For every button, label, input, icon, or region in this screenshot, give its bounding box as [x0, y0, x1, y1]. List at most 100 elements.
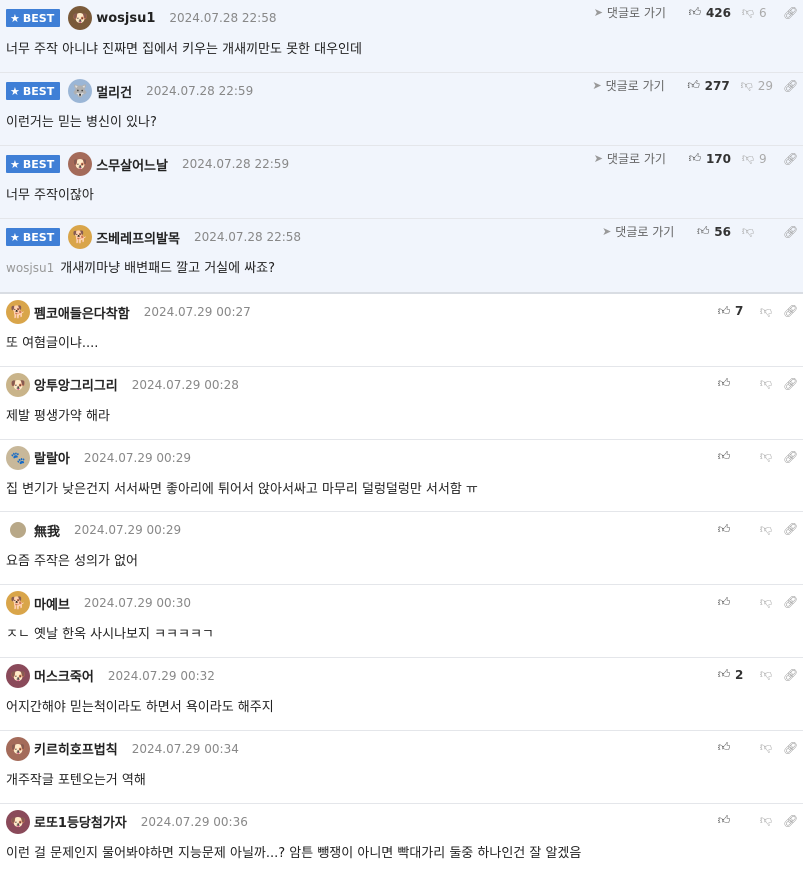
- comment-list: ★ BEST 🐶 wosjsu1 2024.07.28 22:58 ➤ 댓글로 가기…: [0, 0, 803, 870]
- link-icon[interactable]: 🔗︎: [783, 668, 798, 682]
- goto-comment-link[interactable]: ➤ 댓글로 가기: [592, 77, 664, 94]
- dislike-button[interactable]: 👎︎: [759, 449, 773, 464]
- avatar[interactable]: 🐶: [6, 736, 30, 761]
- nickname[interactable]: 마예브: [34, 594, 70, 613]
- like-button[interactable]: 👍︎: [717, 522, 749, 536]
- comment-header: 🐾 랄랄아 2024.07.29 00:29: [6, 445, 191, 470]
- avatar[interactable]: 🐕: [68, 225, 93, 249]
- thumbs-down-icon: 👎︎: [759, 667, 773, 682]
- nickname[interactable]: 앙투앙그리그리: [34, 375, 118, 394]
- comment-header: ★ BEST 🐕 즈베레프의발목 2024.07.28 22:58: [6, 225, 301, 249]
- link-icon[interactable]: 🔗︎: [783, 450, 798, 464]
- avatar[interactable]: 🐶: [6, 372, 30, 397]
- dislike-button[interactable]: 👎︎: [759, 813, 773, 828]
- thumbs-up-icon: 👍︎: [697, 224, 710, 238]
- like-button[interactable]: 👍︎: [717, 449, 749, 464]
- link-icon[interactable]: 🔗︎: [783, 152, 798, 166]
- like-button[interactable]: 👍︎ 170: [688, 151, 731, 166]
- comment: 🐕 펨코애들은다착함 2024.07.29 00:27 👍︎ 7 👎︎ 🔗︎ 또 …: [0, 294, 803, 367]
- nickname[interactable]: 머스크죽어: [34, 666, 94, 685]
- dislike-button[interactable]: 👎︎: [759, 376, 773, 391]
- comment-text: 너무 주작 아니냐 진짜면 집에서 키우는 개새끼만도 못한 대우인데: [6, 42, 362, 57]
- dislike-button[interactable]: 👎︎: [759, 304, 773, 318]
- like-button[interactable]: 👍︎ 426: [688, 5, 731, 20]
- nickname[interactable]: 랄랄아: [34, 448, 70, 467]
- comment-header: ★ BEST 🐶 스무살어느날 2024.07.28 22:59: [6, 152, 289, 176]
- thumbs-down-icon: 👎︎: [740, 78, 753, 92]
- dislike-button[interactable]: 👎︎: [759, 667, 773, 682]
- dislike-button[interactable]: 👎︎ 6: [741, 5, 773, 20]
- avatar[interactable]: 🐾: [6, 445, 30, 470]
- comment-date: 2024.07.28 22:58: [193, 230, 302, 244]
- like-button[interactable]: 👍︎: [717, 595, 749, 609]
- like-button[interactable]: 👍︎: [717, 813, 749, 828]
- nickname[interactable]: 스무살어느날: [96, 155, 168, 174]
- goto-comment-link[interactable]: ➤ 댓글로 가기: [594, 150, 666, 167]
- nickname[interactable]: 펨코애들은다착함: [34, 303, 130, 322]
- nickname[interactable]: wosjsu1: [96, 11, 155, 26]
- paper-plane-icon: ➤: [592, 79, 602, 92]
- link-icon[interactable]: 🔗︎: [783, 225, 798, 239]
- like-button[interactable]: 👍︎: [717, 740, 749, 755]
- avatar[interactable]: 🐺: [68, 79, 93, 103]
- best-badge: ★ BEST: [6, 9, 61, 27]
- dislike-button[interactable]: 👎︎: [741, 224, 773, 239]
- link-icon[interactable]: 🔗︎: [783, 6, 798, 20]
- like-button[interactable]: 👍︎ 56: [696, 224, 731, 239]
- nickname[interactable]: 키르히호프법칙: [34, 739, 118, 758]
- comment-date: 2024.07.28 22:59: [181, 157, 290, 171]
- link-icon[interactable]: 🔗︎: [783, 814, 798, 828]
- nickname[interactable]: 로또1등당첨가자: [34, 812, 127, 831]
- comment-actions: ➤ 댓글로 가기 👍︎ 170 👎︎ 9 🔗︎: [594, 150, 799, 167]
- goto-comment-link[interactable]: ➤ 댓글로 가기: [594, 4, 666, 21]
- comment-header: 🐶 머스크죽어 2024.07.29 00:32: [6, 663, 215, 688]
- like-button[interactable]: 👍︎: [717, 376, 749, 391]
- paper-plane-icon: ➤: [593, 6, 603, 19]
- avatar[interactable]: [10, 522, 26, 539]
- thumbs-up-icon: 👍︎: [688, 151, 702, 165]
- thumbs-up-icon: 👍︎: [687, 78, 700, 92]
- like-button[interactable]: 👍︎ 7: [717, 304, 749, 319]
- thumbs-down-icon: 👎︎: [741, 224, 755, 238]
- nickname[interactable]: 無我: [34, 521, 60, 540]
- avatar[interactable]: 🐶: [6, 663, 30, 688]
- dislike-button[interactable]: 👎︎: [759, 595, 773, 609]
- avatar[interactable]: 🐶: [6, 809, 30, 834]
- comment-header: 🐕 펨코애들은다착함 2024.07.29 00:27: [6, 300, 251, 324]
- like-button[interactable]: 👍︎ 277: [687, 78, 729, 93]
- thumbs-down-icon: 👎︎: [759, 376, 773, 391]
- reply-target[interactable]: wosjsu1: [6, 261, 54, 275]
- thumbs-down-icon: 👎︎: [759, 740, 773, 755]
- thumbs-up-icon: 👍︎: [717, 667, 731, 682]
- dislike-button[interactable]: 👎︎ 9: [741, 151, 773, 166]
- comment-text: 요즘 주작은 성의가 없어: [6, 554, 138, 570]
- avatar[interactable]: 🐶: [68, 6, 93, 30]
- comment: 🐶 키르히호프법칙 2024.07.29 00:34 👍︎ 👎︎ 🔗︎ 개주작글…: [0, 731, 803, 804]
- link-icon[interactable]: 🔗︎: [783, 377, 798, 391]
- comment-date: 2024.07.29 00:30: [83, 596, 191, 611]
- comment-actions: 👍︎ 2 👎︎ 🔗︎: [707, 667, 799, 682]
- star-icon: ★: [10, 157, 20, 171]
- star-icon: ★: [10, 84, 20, 98]
- nickname[interactable]: 멀리건: [96, 82, 132, 101]
- comment-header: 🐕 마예브 2024.07.29 00:30: [6, 591, 191, 616]
- link-icon[interactable]: 🔗︎: [783, 522, 798, 536]
- avatar[interactable]: 🐕: [6, 300, 30, 324]
- comment-text: 제발 평생가약 해라: [6, 408, 110, 424]
- avatar[interactable]: 🐶: [68, 152, 93, 176]
- comment-actions: 👍︎ 👎︎ 🔗︎: [707, 376, 799, 391]
- comment: 🐶 앙투앙그리그리 2024.07.29 00:28 👍︎ 👎︎ 🔗︎ 제발 평…: [0, 367, 803, 440]
- like-button[interactable]: 👍︎ 2: [717, 667, 749, 682]
- link-icon[interactable]: 🔗︎: [783, 741, 798, 755]
- avatar[interactable]: 🐕: [6, 591, 30, 616]
- dislike-button[interactable]: 👎︎ 29: [740, 78, 773, 93]
- link-icon[interactable]: 🔗︎: [783, 304, 798, 318]
- goto-comment-link[interactable]: ➤ 댓글로 가기: [602, 223, 674, 240]
- comment-header: ★ BEST 🐶 wosjsu1 2024.07.28 22:58: [6, 6, 277, 30]
- dislike-button[interactable]: 👎︎: [759, 740, 773, 755]
- nickname[interactable]: 즈베레프의발목: [96, 228, 180, 247]
- dislike-button[interactable]: 👎︎: [759, 522, 773, 536]
- link-icon[interactable]: 🔗︎: [783, 79, 798, 93]
- link-icon[interactable]: 🔗︎: [783, 595, 798, 609]
- thumbs-up-icon: 👍︎: [717, 376, 731, 391]
